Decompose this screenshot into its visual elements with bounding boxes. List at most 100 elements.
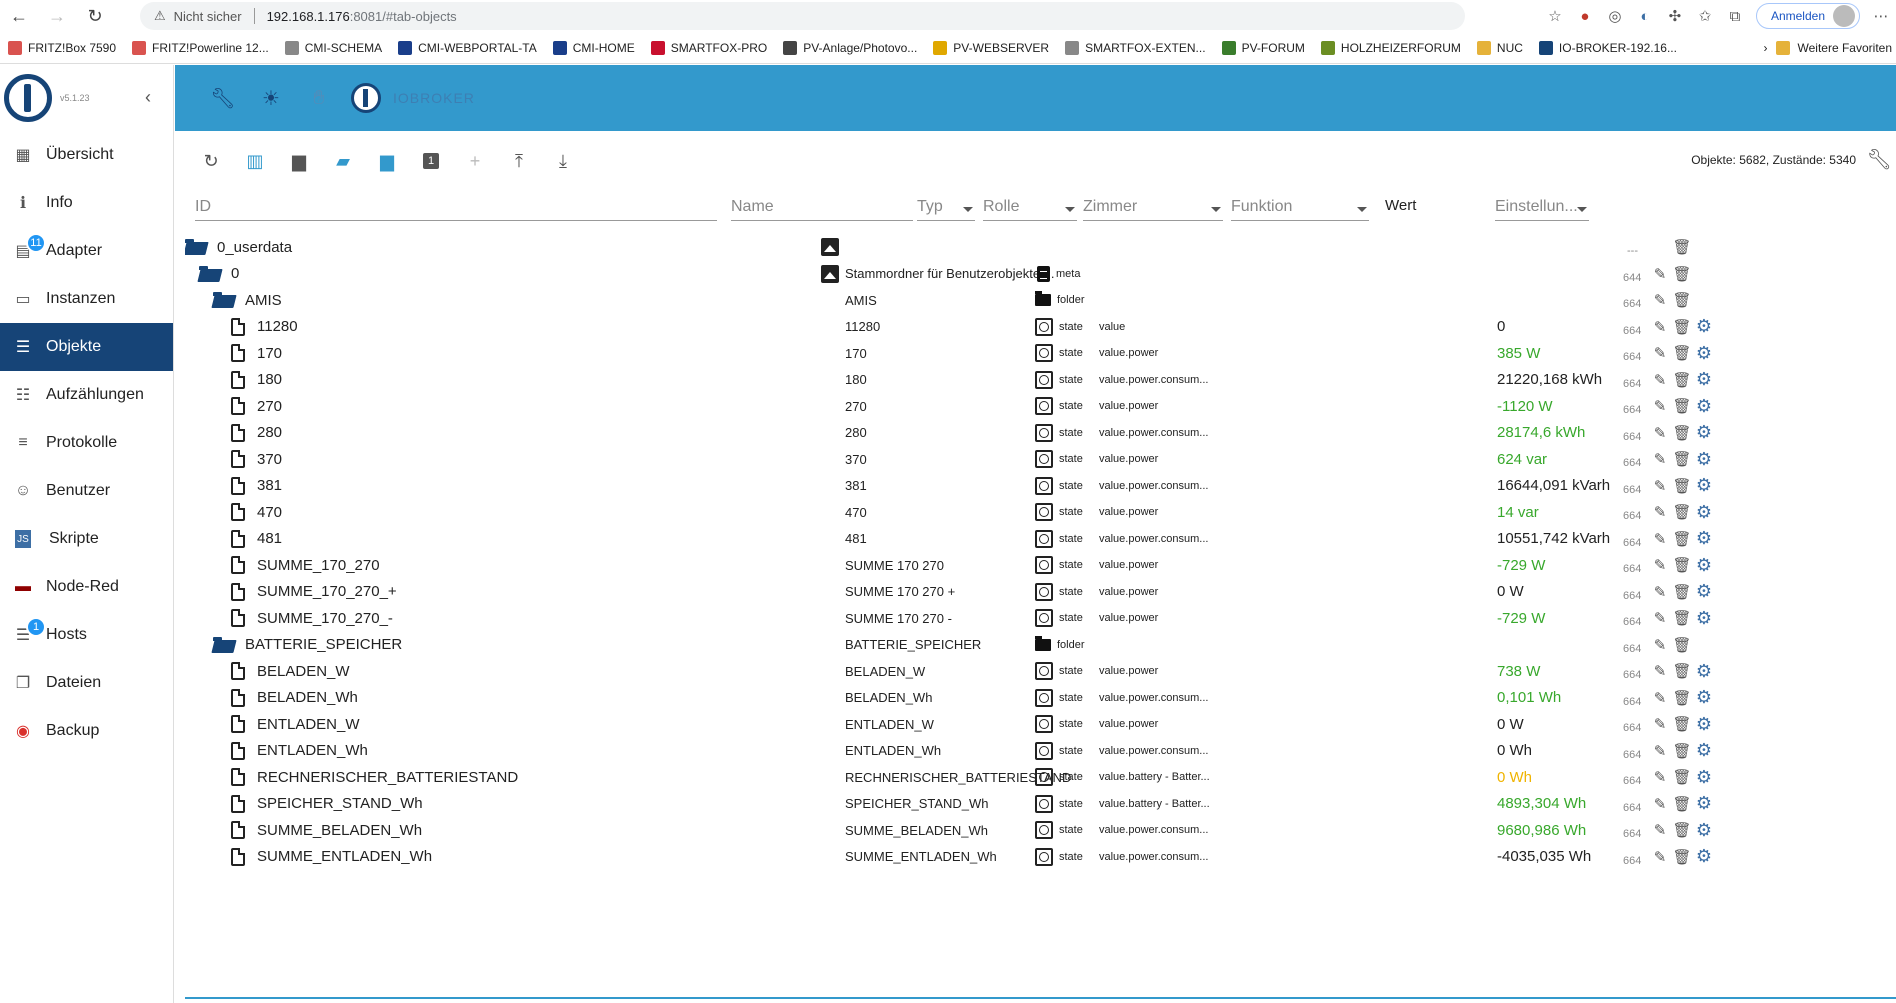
edit-pencil-icon[interactable]: ✎ bbox=[1651, 317, 1669, 337]
settings-gear-icon[interactable]: ⚙ bbox=[1695, 820, 1713, 840]
sidebar-item-6[interactable]: ≡ Protokolle bbox=[0, 419, 173, 467]
expand-all-icon[interactable]: ▰ bbox=[325, 143, 361, 179]
download-icon[interactable]: ⤓ bbox=[545, 143, 581, 179]
edit-pencil-icon[interactable]: ✎ bbox=[1651, 476, 1669, 496]
edit-pencil-icon[interactable]: ✎ bbox=[1651, 423, 1669, 443]
sidebar-item-2[interactable]: ▤ Adapter 11 bbox=[0, 227, 173, 275]
bookmark-item[interactable]: CMI-HOME bbox=[552, 40, 635, 55]
object-value[interactable]: -4035,035 Wh bbox=[1497, 841, 1591, 873]
settings-gear-icon[interactable]: ⚙ bbox=[1695, 581, 1713, 602]
collections-icon[interactable]: ⧉ bbox=[1720, 0, 1750, 32]
favorite-star-icon[interactable]: ☆ bbox=[1540, 0, 1570, 32]
bookmark-item[interactable]: CMI-SCHEMA bbox=[284, 40, 382, 55]
edit-pencil-icon[interactable]: ✎ bbox=[1651, 820, 1669, 840]
folder-open-icon[interactable] bbox=[185, 239, 207, 255]
expert-mode-icon[interactable]: ✋︎ bbox=[301, 80, 337, 116]
edit-pencil-icon[interactable]: ✎ bbox=[1651, 767, 1669, 787]
edit-pencil-icon[interactable]: ✎ bbox=[1651, 449, 1669, 469]
settings-gear-icon[interactable]: ⚙ bbox=[1695, 502, 1713, 522]
delete-trash-icon[interactable]: 🗑︎ bbox=[1672, 714, 1691, 734]
delete-trash-icon[interactable]: 🗑︎ bbox=[1672, 794, 1691, 814]
sidebar-item-5[interactable]: ☷ Aufzählungen bbox=[0, 371, 173, 419]
edit-pencil-icon[interactable]: ✎ bbox=[1651, 370, 1669, 390]
sidebar-item-11[interactable]: ❐ Dateien bbox=[0, 659, 173, 707]
bookmark-item[interactable]: PV-Anlage/Photovo... bbox=[783, 40, 917, 55]
extensions-puzzle-icon[interactable]: ✣ bbox=[1660, 0, 1690, 32]
sidebar-item-7[interactable]: ☺ Benutzer bbox=[0, 467, 173, 515]
settings-wrench-icon[interactable]: 🔧︎ bbox=[1867, 147, 1892, 172]
delete-trash-icon[interactable]: 🗑︎ bbox=[1672, 476, 1691, 496]
bookmark-item[interactable]: CMI-WEBPORTAL-TA bbox=[398, 40, 537, 55]
edit-pencil-icon[interactable]: ✎ bbox=[1651, 635, 1669, 655]
wrench-icon[interactable]: 🔧︎ bbox=[205, 80, 241, 116]
name-filter-input[interactable]: Name bbox=[731, 191, 913, 221]
favorites-icon[interactable]: ✩ bbox=[1690, 0, 1720, 32]
delete-trash-icon[interactable]: 🗑︎ bbox=[1672, 741, 1691, 761]
back-arrow-icon[interactable]: ← bbox=[0, 0, 38, 32]
settings-gear-icon[interactable]: ⚙ bbox=[1695, 687, 1713, 708]
sidebar-item-4[interactable]: ☰ Objekte bbox=[0, 323, 173, 371]
settings-gear-icon[interactable]: ⚙ bbox=[1695, 475, 1713, 496]
bookmark-more-favorites[interactable]: Weitere Favoriten bbox=[1798, 41, 1892, 55]
delete-trash-icon[interactable]: 🗑︎ bbox=[1672, 688, 1691, 708]
collapse-chevron-icon[interactable]: ‹ bbox=[145, 87, 151, 108]
settings-gear-icon[interactable]: ⚙ bbox=[1695, 422, 1713, 443]
delete-trash-icon[interactable]: 🗑︎ bbox=[1672, 529, 1691, 549]
delete-trash-icon[interactable]: 🗑︎ bbox=[1672, 317, 1691, 337]
delete-trash-icon[interactable]: 🗑︎ bbox=[1672, 661, 1691, 681]
sidebar-item-10[interactable]: ☰ Hosts 1 bbox=[0, 611, 173, 659]
more-menu-icon[interactable]: ⋯ bbox=[1866, 0, 1896, 32]
columns-icon[interactable]: ▥ bbox=[237, 143, 273, 179]
bookmark-item[interactable]: SMARTFOX-EXTEN... bbox=[1065, 40, 1206, 55]
theme-icon[interactable]: ☀︎ bbox=[253, 80, 289, 116]
extension-red-icon[interactable]: ● bbox=[1570, 0, 1600, 32]
delete-trash-icon[interactable]: 🗑︎ bbox=[1672, 290, 1691, 310]
settings-gear-icon[interactable]: ⚙ bbox=[1695, 528, 1713, 549]
bookmark-item[interactable]: SMARTFOX-PRO bbox=[650, 40, 767, 55]
folder-open-icon[interactable] bbox=[213, 292, 235, 308]
settings-gear-icon[interactable]: ⚙ bbox=[1695, 449, 1713, 469]
settings-gear-icon[interactable]: ⚙ bbox=[1695, 343, 1713, 363]
settings-gear-icon[interactable]: ⚙ bbox=[1695, 714, 1713, 734]
sidebar-item-9[interactable]: ▬ Node-Red bbox=[0, 563, 173, 611]
delete-trash-icon[interactable]: 🗑︎ bbox=[1672, 370, 1691, 390]
delete-trash-icon[interactable]: 🗑︎ bbox=[1672, 608, 1691, 628]
upload-icon[interactable]: ⤒ bbox=[501, 143, 537, 179]
bookmark-item[interactable]: IO-BROKER-192.16... bbox=[1538, 40, 1677, 55]
type-filter-select[interactable]: Typ bbox=[917, 191, 975, 221]
extension-blue-icon[interactable]: ◐ bbox=[1630, 0, 1660, 32]
sidebar-item-8[interactable]: JS Skripte bbox=[0, 515, 173, 563]
folder-icon[interactable]: ▆ bbox=[281, 143, 317, 179]
sidebar-item-12[interactable]: ◉ Backup bbox=[0, 707, 173, 755]
settings-gear-icon[interactable]: ⚙ bbox=[1695, 793, 1713, 814]
image-icon[interactable] bbox=[821, 238, 839, 256]
delete-trash-icon[interactable]: 🗑︎ bbox=[1672, 847, 1691, 867]
edit-pencil-icon[interactable]: ✎ bbox=[1651, 688, 1669, 708]
settings-gear-icon[interactable]: ⚙ bbox=[1695, 846, 1713, 867]
delete-trash-icon[interactable]: 🗑︎ bbox=[1672, 343, 1691, 363]
delete-trash-icon[interactable]: 🗑︎ bbox=[1672, 502, 1691, 522]
settings-gear-icon[interactable]: ⚙ bbox=[1695, 740, 1713, 761]
settings-filter-select[interactable]: Einstellun... bbox=[1495, 191, 1589, 221]
edit-pencil-icon[interactable]: ✎ bbox=[1651, 555, 1669, 575]
sidebar-item-3[interactable]: ▭ Instanzen bbox=[0, 275, 173, 323]
bookmark-item[interactable]: PV-WEBSERVER bbox=[933, 40, 1049, 55]
delete-trash-icon[interactable]: 🗑︎ bbox=[1672, 582, 1691, 602]
sidebar-item-1[interactable]: ℹ Info bbox=[0, 179, 173, 227]
edit-pencil-icon[interactable]: ✎ bbox=[1651, 502, 1669, 522]
bookmark-item[interactable]: NUC bbox=[1476, 40, 1523, 55]
table-row[interactable]: SUMME_ENTLADEN_Wh SUMME_ENTLADEN_Wh state v… bbox=[185, 841, 1895, 873]
edit-pencil-icon[interactable]: ✎ bbox=[1651, 794, 1669, 814]
edit-pencil-icon[interactable]: ✎ bbox=[1651, 714, 1669, 734]
edit-pencil-icon[interactable]: ✎ bbox=[1651, 847, 1669, 867]
extension-grey-icon[interactable]: ◎ bbox=[1600, 0, 1630, 32]
delete-trash-icon[interactable]: 🗑︎ bbox=[1672, 237, 1691, 257]
bookmark-item[interactable]: HOLZHEIZERFORUM bbox=[1320, 40, 1461, 55]
delete-trash-icon[interactable]: 🗑︎ bbox=[1672, 423, 1691, 443]
settings-gear-icon[interactable]: ⚙ bbox=[1695, 767, 1713, 787]
edit-pencil-icon[interactable]: ✎ bbox=[1651, 661, 1669, 681]
edit-pencil-icon[interactable]: ✎ bbox=[1651, 264, 1669, 284]
settings-gear-icon[interactable]: ⚙ bbox=[1695, 316, 1713, 337]
edit-pencil-icon[interactable]: ✎ bbox=[1651, 343, 1669, 363]
delete-trash-icon[interactable]: 🗑︎ bbox=[1672, 635, 1691, 655]
